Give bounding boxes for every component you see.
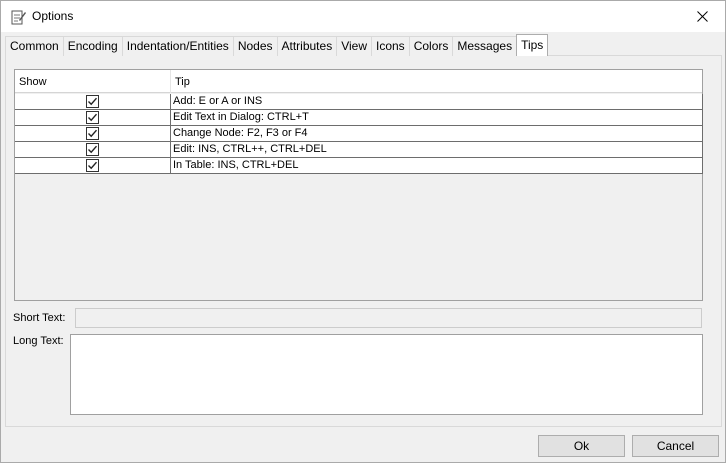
close-icon bbox=[696, 11, 708, 22]
show-cell bbox=[15, 126, 171, 141]
checkmark-icon bbox=[88, 129, 98, 138]
options-dialog: Options SOFTPEDIA Common Encoding Indent… bbox=[0, 0, 726, 463]
short-text-label: Short Text: bbox=[13, 312, 66, 324]
table-row[interactable]: In Table: INS, CTRL+DEL bbox=[15, 158, 703, 174]
column-header-show[interactable]: Show bbox=[15, 70, 171, 93]
tab-tips[interactable]: Tips bbox=[516, 34, 549, 56]
show-checkbox[interactable] bbox=[86, 95, 99, 108]
show-cell bbox=[15, 110, 171, 125]
window-title: Options bbox=[32, 9, 74, 23]
show-checkbox[interactable] bbox=[86, 111, 99, 124]
table-header: Show Tip bbox=[15, 70, 702, 93]
checkmark-icon bbox=[88, 97, 98, 106]
table-row[interactable]: Add: E or A or INS bbox=[15, 94, 703, 110]
tip-cell: Edit Text in Dialog: CTRL+T bbox=[173, 111, 309, 123]
table-row[interactable]: Edit Text in Dialog: CTRL+T bbox=[15, 110, 703, 126]
column-header-tip[interactable]: Tip bbox=[171, 70, 702, 93]
close-button[interactable] bbox=[679, 1, 725, 32]
show-checkbox[interactable] bbox=[86, 143, 99, 156]
tab-attributes[interactable]: Attributes bbox=[276, 36, 338, 56]
tab-indentation-entities[interactable]: Indentation/Entities bbox=[121, 36, 234, 56]
show-cell bbox=[15, 142, 171, 157]
show-cell bbox=[15, 94, 171, 109]
ok-button[interactable]: Ok bbox=[538, 435, 625, 457]
long-text-label: Long Text: bbox=[13, 335, 64, 347]
show-checkbox[interactable] bbox=[86, 159, 99, 172]
tips-table: Show Tip Add: E or A or INS Edit Text in … bbox=[14, 69, 703, 301]
notepad-icon bbox=[10, 9, 26, 25]
tip-cell: Change Node: F2, F3 or F4 bbox=[173, 127, 308, 139]
table-body: Add: E or A or INS Edit Text in Dialog: C… bbox=[15, 94, 703, 174]
tip-cell: Edit: INS, CTRL++, CTRL+DEL bbox=[173, 143, 327, 155]
checkmark-icon bbox=[88, 161, 98, 170]
tab-nodes[interactable]: Nodes bbox=[232, 36, 278, 56]
tip-cell: In Table: INS, CTRL+DEL bbox=[173, 159, 299, 171]
checkmark-icon bbox=[88, 145, 98, 154]
tab-common[interactable]: Common bbox=[5, 36, 64, 56]
checkmark-icon bbox=[88, 113, 98, 122]
show-cell bbox=[15, 158, 171, 173]
tab-view[interactable]: View bbox=[336, 36, 372, 56]
show-checkbox[interactable] bbox=[86, 127, 99, 140]
tab-encoding[interactable]: Encoding bbox=[62, 36, 123, 56]
table-row[interactable]: Edit: INS, CTRL++, CTRL+DEL bbox=[15, 142, 703, 158]
title-bar[interactable]: Options bbox=[1, 1, 725, 32]
tip-cell: Add: E or A or INS bbox=[173, 95, 263, 107]
tab-strip: Common Encoding Indentation/Entities Nod… bbox=[5, 34, 549, 56]
tab-colors[interactable]: Colors bbox=[408, 36, 454, 56]
tab-icons[interactable]: Icons bbox=[371, 36, 410, 56]
table-row[interactable]: Change Node: F2, F3 or F4 bbox=[15, 126, 703, 142]
tab-messages[interactable]: Messages bbox=[452, 36, 518, 56]
long-text-area[interactable] bbox=[70, 334, 703, 415]
cancel-button[interactable]: Cancel bbox=[632, 435, 719, 457]
short-text-field[interactable] bbox=[75, 308, 702, 328]
